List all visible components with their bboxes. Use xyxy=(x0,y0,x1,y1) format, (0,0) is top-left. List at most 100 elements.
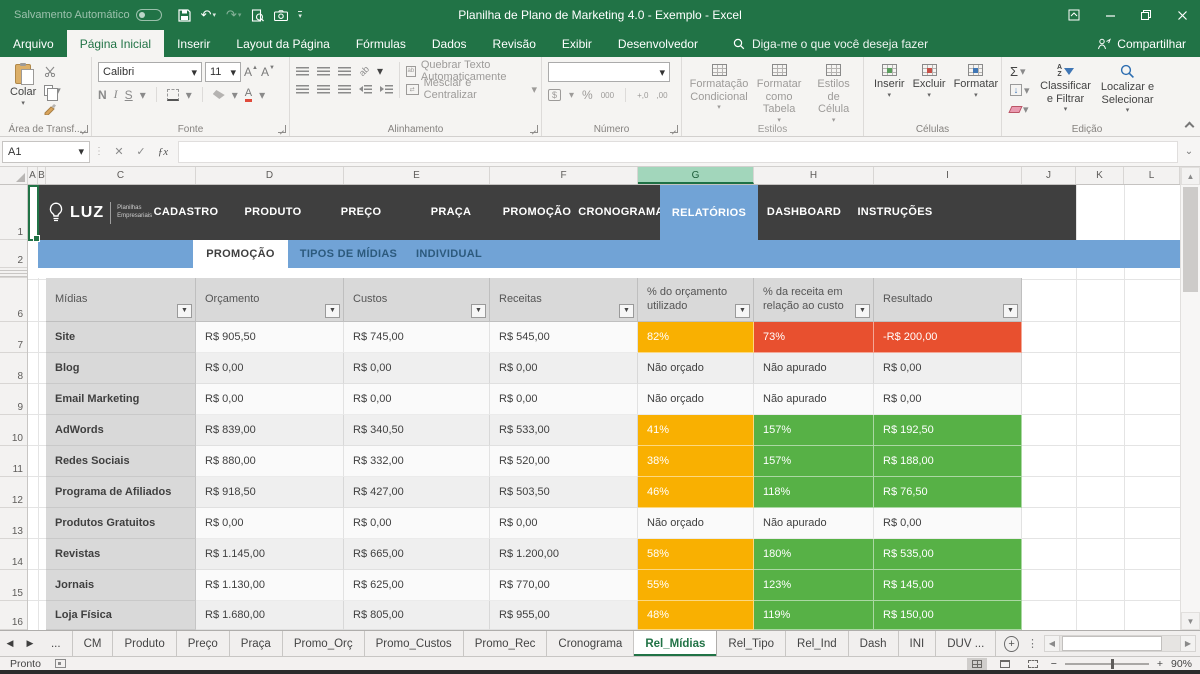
nav-item-promocao[interactable]: PROMOÇÃO xyxy=(503,185,571,240)
media-cell[interactable]: Site xyxy=(46,322,196,353)
clear-button[interactable]: ▾ xyxy=(1008,100,1032,118)
borders-button[interactable] xyxy=(167,89,179,101)
row-header-7[interactable]: 7 xyxy=(0,322,27,353)
row-header-13[interactable]: 13 xyxy=(0,508,27,539)
select-all-corner[interactable] xyxy=(0,167,28,184)
data-cell[interactable]: R$ 188,00 xyxy=(874,446,1022,477)
sheet-tab-cronograma[interactable]: Cronograma xyxy=(547,631,634,656)
media-cell[interactable]: Loja Física xyxy=(46,601,196,630)
spreadsheet-grid[interactable]: 12678910111213141516 LUZ Planilhas Empre… xyxy=(0,185,1180,630)
data-cell[interactable]: R$ 332,00 xyxy=(344,446,490,477)
data-cell[interactable]: R$ 1.145,00 xyxy=(196,539,344,570)
column-header-h[interactable]: H xyxy=(754,167,874,184)
conditional-formatting-button[interactable]: Formatação Condicional ▾ xyxy=(688,62,750,127)
data-cell[interactable]: 48% xyxy=(638,601,754,630)
redo-button[interactable]: ↷▾ xyxy=(226,7,241,23)
data-cell[interactable]: 157% xyxy=(754,446,874,477)
media-cell[interactable]: Blog xyxy=(46,353,196,384)
fill-color-button[interactable] xyxy=(213,90,225,99)
zoom-slider-thumb[interactable] xyxy=(1111,659,1114,669)
comma-style-button[interactable]: 000 xyxy=(601,91,614,100)
row-header-12[interactable]: 12 xyxy=(0,477,27,508)
sheet-tab-praca[interactable]: Praça xyxy=(230,631,283,656)
data-cell[interactable]: R$ 533,00 xyxy=(490,415,638,446)
data-cell[interactable]: R$ 340,50 xyxy=(344,415,490,446)
ribbon-tab-revisao[interactable]: Revisão xyxy=(480,30,549,57)
data-cell[interactable]: R$ 150,00 xyxy=(874,601,1022,630)
data-cell[interactable]: R$ 905,50 xyxy=(196,322,344,353)
data-cell[interactable]: R$ 955,00 xyxy=(490,601,638,630)
row-header-9[interactable]: 9 xyxy=(0,384,27,415)
data-cell[interactable]: 82% xyxy=(638,322,754,353)
data-cell[interactable]: R$ 1.130,00 xyxy=(196,570,344,601)
sheet-next-button[interactable]: ▶ xyxy=(20,631,40,656)
font-color-button[interactable]: A xyxy=(245,88,252,102)
column-header-c[interactable]: C xyxy=(46,167,196,184)
data-cell[interactable]: R$ 665,00 xyxy=(344,539,490,570)
font-size-select[interactable]: 11▾ xyxy=(205,62,241,82)
autosave-toggle[interactable] xyxy=(136,9,162,21)
data-cell[interactable]: R$ 427,00 xyxy=(344,477,490,508)
data-cell[interactable]: R$ 503,50 xyxy=(490,477,638,508)
subtab-tipos-de-midias[interactable]: TIPOS DE MÍDIAS xyxy=(291,240,406,268)
subtab-individual[interactable]: INDIVIDUAL xyxy=(404,240,494,268)
save-button[interactable] xyxy=(178,9,191,22)
data-cell[interactable]: Não apurado xyxy=(754,384,874,415)
restore-button[interactable] xyxy=(1128,0,1164,30)
data-cell[interactable]: R$ 535,00 xyxy=(874,539,1022,570)
decrease-font-button[interactable]: A▼ xyxy=(261,65,275,79)
column-header-custos[interactable]: Custos▼ xyxy=(344,278,490,322)
alignment-dialog-launcher[interactable] xyxy=(530,125,538,133)
data-cell[interactable]: 180% xyxy=(754,539,874,570)
sheet-tab-dash[interactable]: Dash xyxy=(849,631,899,656)
data-cell[interactable]: Não orçado xyxy=(638,508,754,539)
column-header-d[interactable]: D xyxy=(196,167,344,184)
data-cell[interactable]: R$ 76,50 xyxy=(874,477,1022,508)
orientation-button[interactable]: ab xyxy=(357,64,371,78)
nav-item-cadastro[interactable]: CADASTRO xyxy=(154,185,219,240)
data-cell[interactable]: R$ 145,00 xyxy=(874,570,1022,601)
autosum-button[interactable]: Σ▾ xyxy=(1008,62,1032,80)
hscroll-right-button[interactable]: ▶ xyxy=(1180,635,1196,652)
data-cell[interactable]: 123% xyxy=(754,570,874,601)
sort-filter-button[interactable]: AZ Classificar e Filtrar ▾ xyxy=(1036,62,1096,118)
sheet-tab-rel-tipo[interactable]: Rel_Tipo xyxy=(717,631,786,656)
copy-button[interactable]: ▾ xyxy=(42,81,63,99)
page-layout-view-button[interactable] xyxy=(995,658,1015,670)
zoom-level[interactable]: 90% xyxy=(1171,658,1192,670)
data-cell[interactable]: -R$ 200,00 xyxy=(874,322,1022,353)
row-header-15[interactable]: 15 xyxy=(0,570,27,601)
sheet-tab-ini[interactable]: INI xyxy=(899,631,937,656)
sheet-tab-preco[interactable]: Preço xyxy=(177,631,230,656)
column-header-g[interactable]: G xyxy=(638,167,754,184)
row-header-8[interactable]: 8 xyxy=(0,353,27,384)
customize-qat-button[interactable]: ▾ xyxy=(298,11,302,20)
column-header-da-receita-em-relacao-ao-custo[interactable]: % da receita em relação ao custo▼ xyxy=(754,278,874,322)
font-dialog-launcher[interactable] xyxy=(278,125,286,133)
align-middle-button[interactable] xyxy=(317,67,330,76)
column-header-receitas[interactable]: Receitas▼ xyxy=(490,278,638,322)
ribbon-tab-inserir[interactable]: Inserir xyxy=(164,30,223,57)
ribbon-tab-pagina-inicial[interactable]: Página Inicial xyxy=(67,30,164,57)
media-cell[interactable]: Jornais xyxy=(46,570,196,601)
data-cell[interactable]: 46% xyxy=(638,477,754,508)
column-header-do-orcamento-utilizado[interactable]: % do orçamento utilizado▼ xyxy=(638,278,754,322)
data-cell[interactable]: R$ 805,00 xyxy=(344,601,490,630)
underline-button[interactable]: S xyxy=(125,88,133,102)
normal-view-button[interactable] xyxy=(967,658,987,670)
data-cell[interactable]: 73% xyxy=(754,322,874,353)
increase-font-button[interactable]: A▲ xyxy=(244,65,258,79)
sheet-tab-[interactable]: ... xyxy=(40,631,73,656)
data-cell[interactable]: R$ 0,00 xyxy=(196,384,344,415)
column-header-k[interactable]: K xyxy=(1076,167,1124,184)
nav-item-relatorios[interactable]: RELATÓRIOS xyxy=(660,185,758,240)
decrease-indent-button[interactable] xyxy=(359,85,372,94)
media-cell[interactable]: Revistas xyxy=(46,539,196,570)
nav-item-cronograma[interactable]: CRONOGRAMA xyxy=(578,185,664,240)
align-top-button[interactable] xyxy=(296,67,309,76)
ribbon-tab-exibir[interactable]: Exibir xyxy=(549,30,605,57)
undo-button[interactable]: ↶▾ xyxy=(201,7,216,23)
data-cell[interactable]: R$ 770,00 xyxy=(490,570,638,601)
data-cell[interactable]: 38% xyxy=(638,446,754,477)
sheet-overflow-menu[interactable]: ⋮ xyxy=(1027,637,1038,650)
